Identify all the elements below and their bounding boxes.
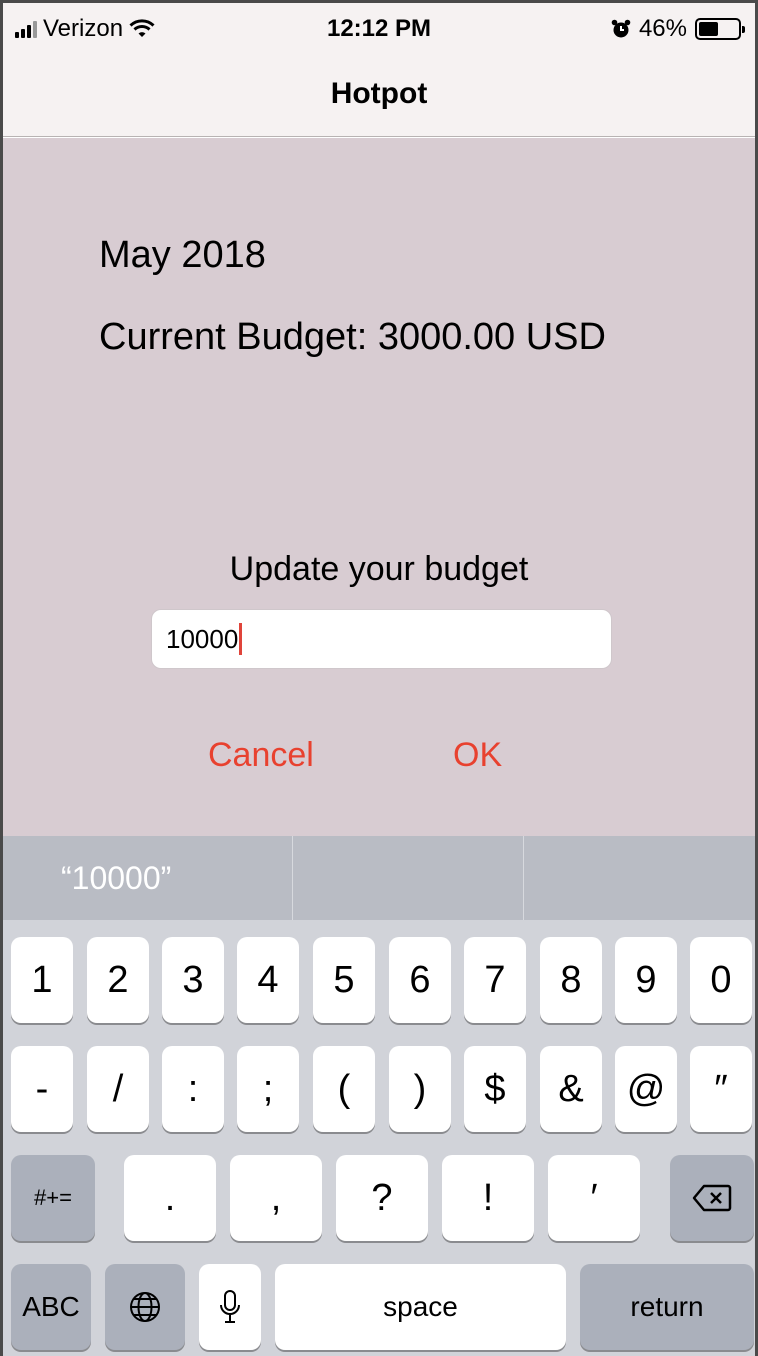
phone-screen: Verizon 12:12 PM 46% Hotpot May 2018 Cur… [0, 0, 758, 1356]
globe-icon [130, 1292, 160, 1322]
key-0[interactable]: 0 [690, 937, 752, 1023]
key-2[interactable]: 2 [87, 937, 149, 1023]
key-3[interactable]: 3 [162, 937, 224, 1023]
key-exclamation[interactable]: ! [442, 1155, 534, 1241]
key-hyphen[interactable]: - [11, 1046, 73, 1132]
cancel-button[interactable]: Cancel [208, 736, 314, 775]
key-question[interactable]: ? [336, 1155, 428, 1241]
space-key[interactable]: space [275, 1264, 566, 1350]
update-budget-label: Update your budget [229, 550, 529, 588]
keyboard: 1 2 3 4 5 6 7 8 9 0 - / : ; ( ) $ & @ ″ … [3, 920, 755, 1356]
microphone-key[interactable] [199, 1264, 261, 1350]
key-quote[interactable]: ″ [690, 1046, 752, 1132]
key-slash[interactable]: / [87, 1046, 149, 1132]
text-cursor [239, 623, 243, 655]
key-colon[interactable]: : [162, 1046, 224, 1132]
key-1[interactable]: 1 [11, 937, 73, 1023]
budget-input[interactable]: 10000 [151, 609, 612, 669]
suggestion-3[interactable] [524, 836, 755, 920]
key-8[interactable]: 8 [540, 937, 602, 1023]
status-bar: Verizon 12:12 PM 46% [3, 3, 755, 55]
key-5[interactable]: 5 [313, 937, 375, 1023]
key-4[interactable]: 4 [237, 937, 299, 1023]
budget-dialog: May 2018 Current Budget: 3000.00 USD Upd… [3, 138, 755, 836]
suggestion-2[interactable] [293, 836, 525, 920]
navigation-bar: Hotpot [3, 55, 755, 137]
battery-percent: 46% [638, 15, 687, 42]
key-apostrophe[interactable]: ′ [548, 1155, 640, 1241]
key-close-paren[interactable]: ) [389, 1046, 451, 1132]
current-budget: Current Budget: 3000.00 USD [99, 316, 606, 358]
delete-icon [692, 1184, 732, 1212]
microphone-icon [220, 1290, 240, 1323]
alarm-icon [611, 19, 631, 38]
budget-input-value: 10000 [166, 623, 239, 654]
key-ampersand[interactable]: & [540, 1046, 602, 1132]
key-6[interactable]: 6 [389, 937, 451, 1023]
ok-button[interactable]: OK [453, 736, 502, 775]
abc-key[interactable]: ABC [11, 1264, 91, 1350]
return-key[interactable]: return [580, 1264, 754, 1350]
globe-key[interactable] [105, 1264, 185, 1350]
status-right: 46% [611, 15, 745, 43]
page-title: Hotpot [330, 77, 428, 110]
key-at[interactable]: @ [615, 1046, 677, 1132]
key-comma[interactable]: , [230, 1155, 322, 1241]
key-dollar[interactable]: $ [464, 1046, 526, 1132]
key-more-symbols[interactable]: #+= [11, 1155, 95, 1241]
key-9[interactable]: 9 [615, 937, 677, 1023]
key-semicolon[interactable]: ; [237, 1046, 299, 1132]
suggestion-1[interactable]: “10000” [3, 836, 293, 920]
key-7[interactable]: 7 [464, 937, 526, 1023]
key-open-paren[interactable]: ( [313, 1046, 375, 1132]
suggestion-bar: “10000” [3, 836, 755, 920]
key-period[interactable]: . [124, 1155, 216, 1241]
month-label: May 2018 [99, 234, 266, 276]
delete-key[interactable] [670, 1155, 754, 1241]
battery-icon [695, 18, 745, 40]
